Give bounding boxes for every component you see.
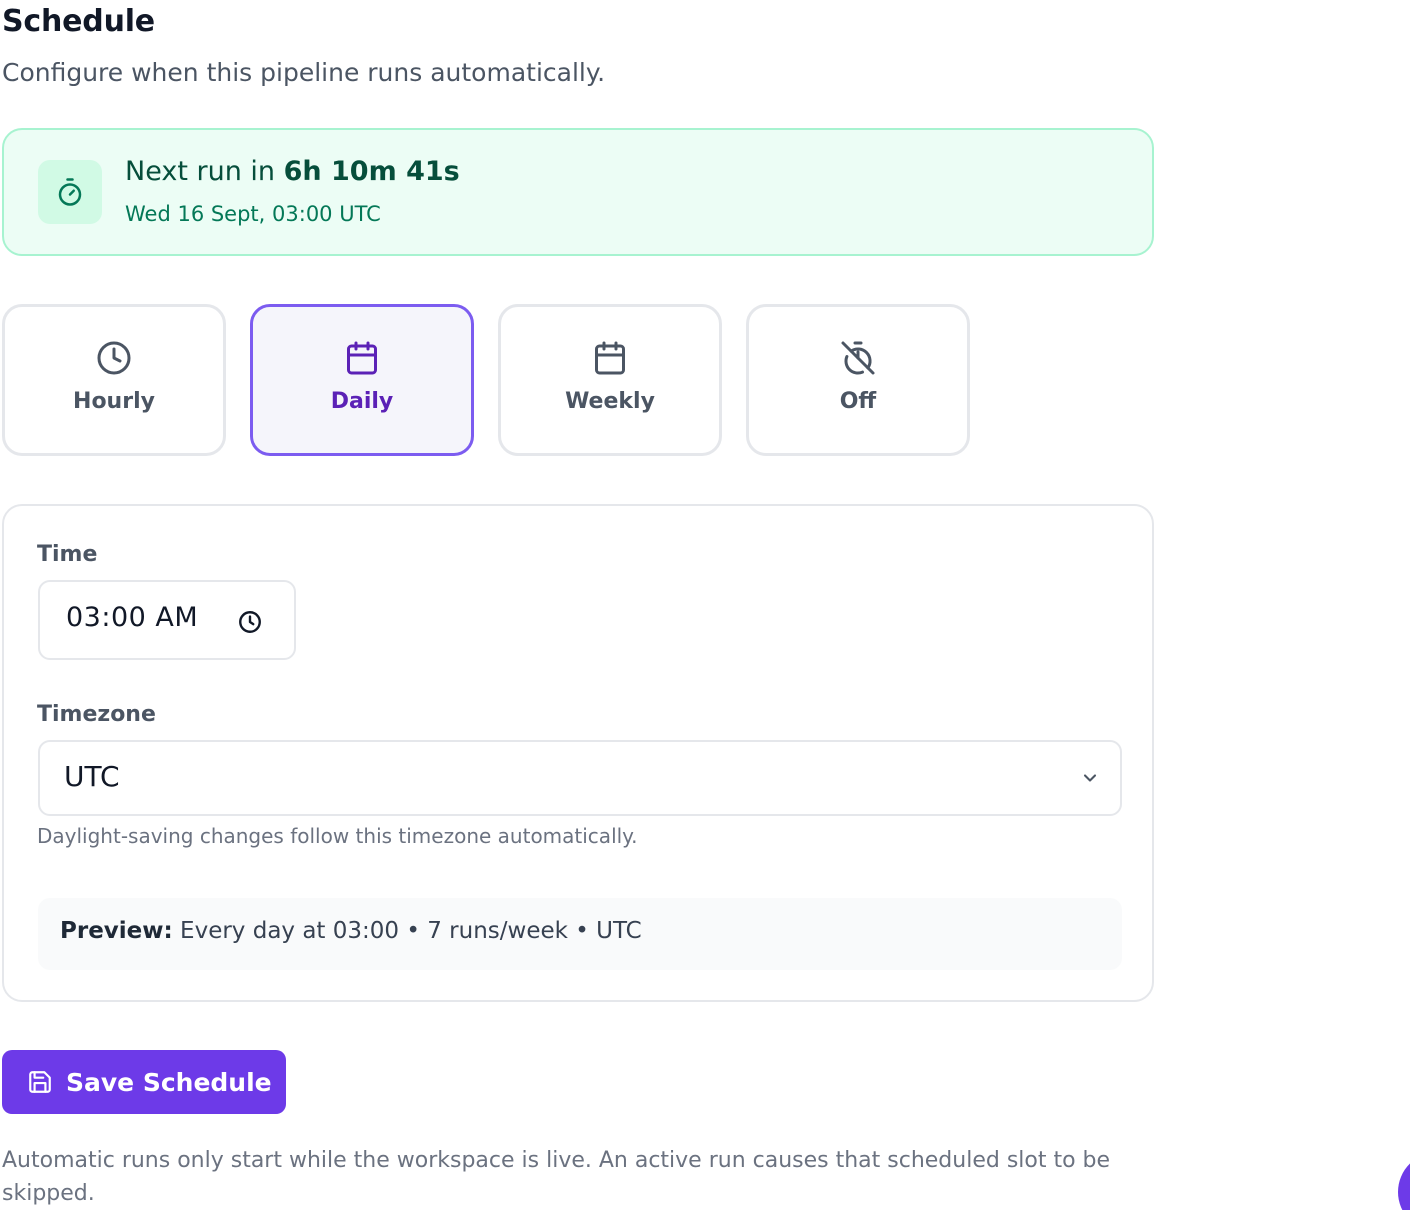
timezone-value: UTC: [64, 760, 120, 793]
next-run-prefix: Next run in: [125, 156, 284, 187]
page-subtitle: Configure when this pipeline runs automa…: [2, 58, 606, 87]
stopwatch-icon: [38, 160, 102, 224]
clock-icon[interactable]: [236, 608, 264, 636]
schedule-preview: Preview: Every day at 03:00 • 7 runs/wee…: [38, 898, 1122, 970]
save-button-label: Save Schedule: [66, 1067, 272, 1097]
preview-label: Preview:: [60, 918, 173, 944]
time-input[interactable]: 03:00 AM: [38, 580, 296, 660]
footer-note: Automatic runs only start while the work…: [2, 1148, 1111, 1206]
floating-action-button[interactable]: [1398, 1152, 1410, 1210]
preview-value: Every day at 03:00 • 7 runs/week • UTC: [172, 918, 642, 944]
frequency-label-weekly: Weekly: [565, 389, 655, 414]
next-run-countdown: 6h 10m 41s: [283, 156, 460, 187]
frequency-label-off: Off: [839, 389, 877, 414]
frequency-label-hourly: Hourly: [73, 389, 155, 414]
frequency-option-hourly[interactable]: Hourly: [2, 304, 226, 456]
frequency-option-weekly[interactable]: Weekly: [498, 304, 722, 456]
save-icon: [26, 1068, 54, 1096]
frequency-option-daily[interactable]: Daily: [250, 304, 474, 456]
next-run-title: Next run in 6h 10m 41s: [125, 156, 460, 187]
calendar-icon: [344, 340, 380, 376]
calendar-icon: [592, 340, 628, 376]
time-value: 03:00 AM: [66, 602, 199, 633]
next-run-datetime: Wed 16 Sept, 03:00 UTC: [125, 202, 381, 226]
timezone-select[interactable]: UTC: [38, 740, 1122, 816]
next-run-banner: Next run in 6h 10m 41s Wed 16 Sept, 03:0…: [2, 128, 1154, 256]
page-title: Schedule: [2, 4, 155, 39]
time-label: Time: [37, 542, 98, 567]
chevron-down-icon: [1078, 766, 1102, 790]
frequency-option-off[interactable]: Off: [746, 304, 970, 456]
save-schedule-button[interactable]: Save Schedule: [2, 1050, 286, 1114]
schedule-settings-panel: Time 03:00 AM Timezone UTC Daylight-savi…: [2, 504, 1154, 1002]
frequency-label-daily: Daily: [330, 389, 394, 414]
timezone-label: Timezone: [37, 702, 156, 727]
timezone-help-text: Daylight-saving changes follow this time…: [37, 824, 638, 848]
clock-icon: [96, 340, 132, 376]
preview-text: Preview: Every day at 03:00 • 7 runs/wee…: [60, 918, 642, 944]
timer-off-icon: [840, 340, 876, 376]
